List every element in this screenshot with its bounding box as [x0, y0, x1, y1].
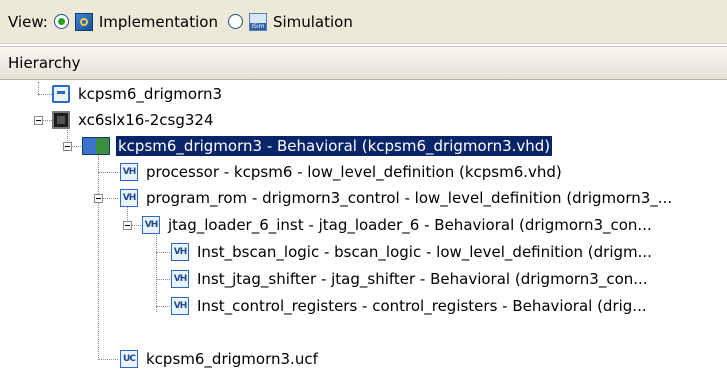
hierarchy-header-label: Hierarchy — [8, 54, 81, 72]
hierarchy-header[interactable]: Hierarchy — [0, 46, 727, 80]
tree-connector — [98, 152, 99, 360]
collapse-toggle[interactable] — [63, 142, 72, 151]
view-label: View: — [8, 12, 48, 31]
vhdl-file-icon — [120, 189, 138, 207]
tree-item-label: program_rom - drigmorn3_control - low_le… — [146, 189, 673, 207]
isim-icon — [248, 12, 267, 31]
view-option-implementation[interactable]: Implementation — [53, 12, 218, 31]
tree-item[interactable]: Inst_control_registers - control_registe… — [171, 295, 649, 317]
tree-item[interactable]: Inst_bscan_logic - bscan_logic - low_lev… — [171, 241, 654, 263]
implementation-icon — [74, 12, 93, 31]
tree-item-label: kcpsm6_drigmorn3 — [78, 85, 223, 103]
tree-item-label: Inst_control_registers - control_registe… — [197, 297, 647, 315]
vhdl-file-icon — [120, 163, 138, 181]
tree-item[interactable]: kcpsm6_drigmorn3 — [52, 83, 224, 105]
vhdl-file-icon — [142, 216, 160, 234]
tree-item-selected[interactable]: kcpsm6_drigmorn3 - Behavioral (kcpsm6_dr… — [82, 135, 553, 157]
tree-item-label: kcpsm6_drigmorn3 - Behavioral (kcpsm6_dr… — [116, 136, 553, 156]
tree-connector — [156, 230, 157, 312]
hierarchy-tree[interactable]: kcpsm6_drigmorn3 xc6slx16-2csg324 kcpsm6… — [0, 82, 727, 368]
collapse-toggle[interactable] — [94, 194, 103, 203]
tree-connector — [156, 252, 170, 253]
implementation-label: Implementation — [98, 12, 218, 31]
tree-connector — [156, 306, 170, 307]
tree-connector — [98, 359, 118, 360]
top-module-icon — [82, 137, 110, 155]
tree-item-label: kcpsm6_drigmorn3.ucf — [146, 350, 318, 368]
fpga-chip-icon — [52, 111, 70, 129]
simulation-label: Simulation — [272, 12, 353, 31]
tree-connector — [98, 172, 118, 173]
collapse-toggle[interactable] — [123, 221, 132, 230]
tree-item-label: Inst_bscan_logic - bscan_logic - low_lev… — [197, 243, 652, 261]
view-bar: View: Implementation Simulation — [0, 0, 727, 44]
tree-item[interactable]: processor - kcpsm6 - low_level_definitio… — [120, 161, 564, 183]
tree-item[interactable]: jtag_loader_6_inst - jtag_loader_6 - Beh… — [142, 214, 654, 236]
tree-item-label: processor - kcpsm6 - low_level_definitio… — [146, 163, 562, 181]
view-option-simulation[interactable]: Simulation — [227, 12, 353, 31]
vhdl-file-icon — [171, 297, 189, 315]
implementation-radio[interactable] — [53, 14, 69, 29]
tree-item[interactable]: Inst_jtag_shifter - jtag_shifter - Behav… — [171, 268, 650, 290]
tree-item[interactable]: xc6slx16-2csg324 — [52, 109, 216, 131]
project-sheet-icon — [52, 85, 70, 103]
tree-connector — [38, 82, 39, 94]
tree-item[interactable]: program_rom - drigmorn3_control - low_le… — [120, 187, 674, 209]
vhdl-file-icon — [171, 270, 189, 288]
ucf-file-icon — [120, 350, 138, 368]
tree-item-label: Inst_jtag_shifter - jtag_shifter - Behav… — [197, 270, 648, 288]
vhdl-file-icon — [171, 243, 189, 261]
tree-connector — [156, 279, 170, 280]
tree-item-label: jtag_loader_6_inst - jtag_loader_6 - Beh… — [168, 216, 652, 234]
tree-item-label: xc6slx16-2csg324 — [78, 111, 214, 129]
tree-item[interactable]: kcpsm6_drigmorn3.ucf — [120, 348, 320, 370]
simulation-radio[interactable] — [227, 14, 243, 29]
collapse-toggle[interactable] — [34, 116, 43, 125]
tree-connector — [38, 94, 52, 95]
